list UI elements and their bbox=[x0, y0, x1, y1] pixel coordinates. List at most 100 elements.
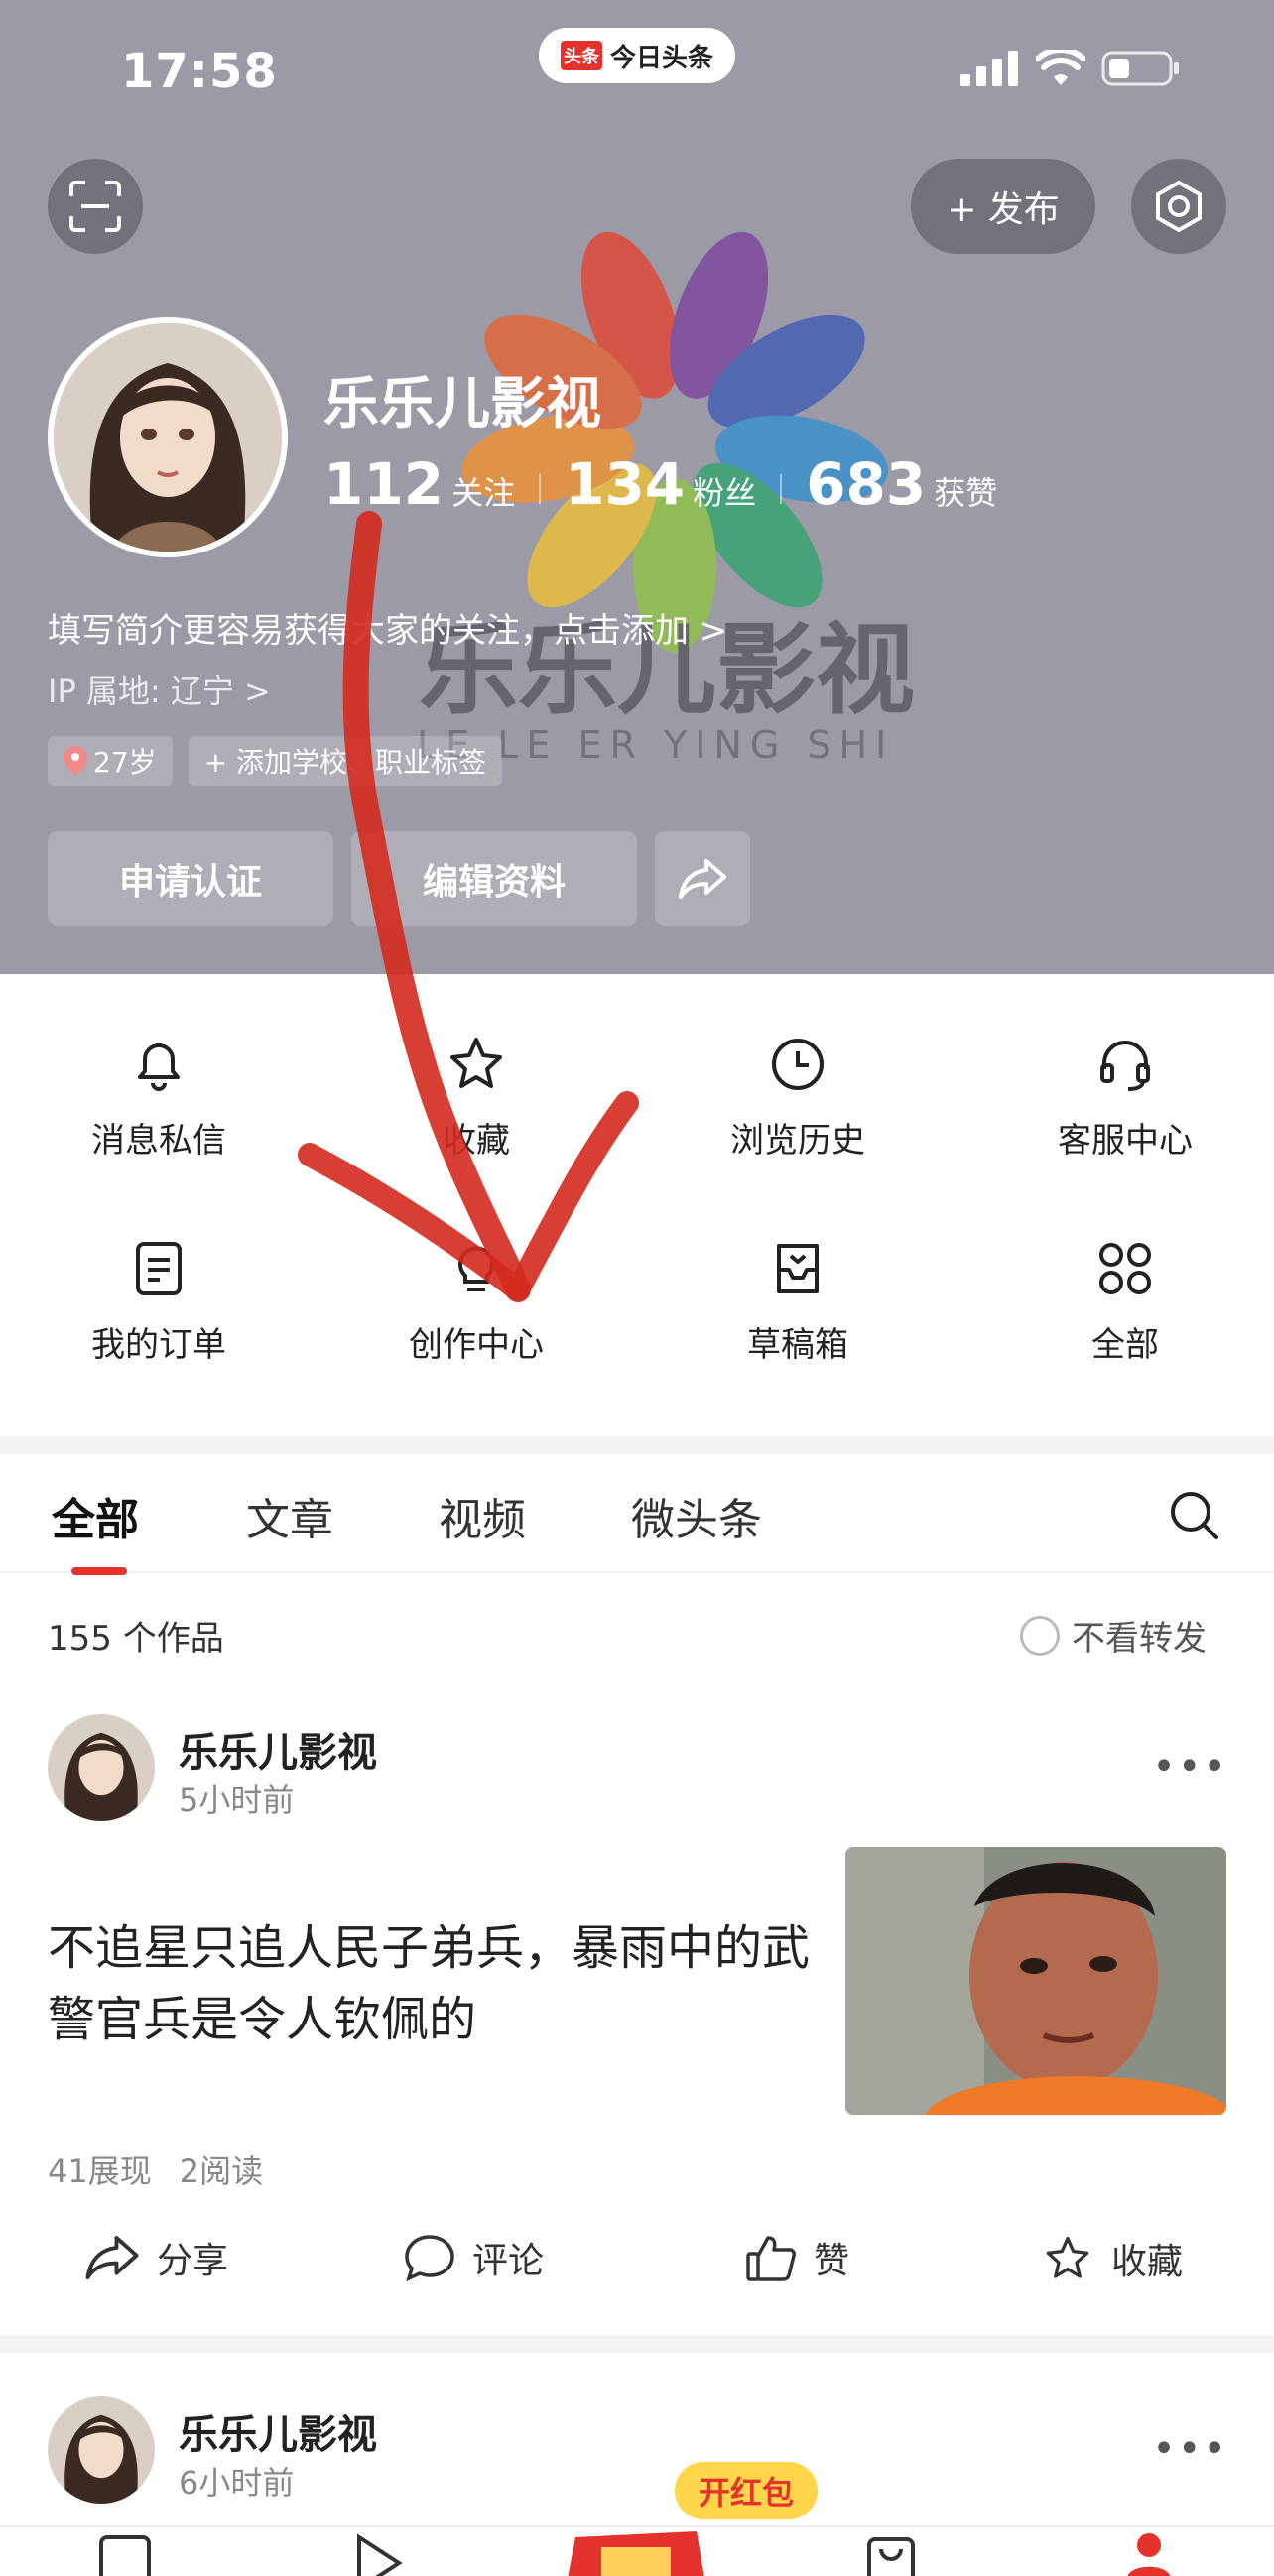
grid-icon bbox=[1099, 1243, 1151, 1294]
status-time: 17:58 bbox=[121, 44, 278, 99]
battery-icon bbox=[1101, 51, 1179, 86]
menu-item-favorites[interactable]: 收藏 bbox=[318, 974, 635, 1163]
tab-all[interactable]: 全部 bbox=[52, 1484, 139, 1547]
comment-button[interactable]: 评论 bbox=[403, 2232, 544, 2283]
scan-icon bbox=[69, 181, 121, 232]
like-label: 赞 bbox=[814, 2241, 850, 2281]
share-label: 分享 bbox=[157, 2241, 229, 2281]
profile-tags: 27岁 + 添加学校、职业标签 bbox=[48, 736, 503, 786]
share-icon bbox=[85, 2235, 139, 2280]
island-app-name: 今日头条 bbox=[609, 43, 713, 73]
followers-label[interactable]: 粉丝 bbox=[693, 468, 756, 514]
comment-bubble-icon bbox=[405, 2235, 454, 2282]
age-tag-label: 27岁 bbox=[93, 746, 157, 779]
more-options-icon[interactable]: ••• bbox=[1152, 1744, 1228, 1789]
tab-micro-posts[interactable]: 微头条 bbox=[631, 1484, 762, 1547]
bulb-icon bbox=[458, 1246, 494, 1291]
quick-menu-grid: 消息私信 收藏 浏览历史 客服中心 我的订单 创作中心 草稿箱 全部 bbox=[0, 974, 1274, 1436]
more-options-icon[interactable]: ••• bbox=[1152, 2426, 1228, 2472]
avatar[interactable] bbox=[48, 2396, 155, 2504]
followers-count[interactable]: 134 bbox=[565, 450, 685, 518]
section-divider bbox=[0, 1436, 1274, 1454]
post-title[interactable]: 不追星只追人民子弟兵，暴雨中的武警官兵是令人钦佩的 bbox=[48, 1912, 822, 2055]
cellular-signal-icon bbox=[960, 51, 1018, 86]
radio-icon bbox=[1020, 1615, 1060, 1656]
following-count[interactable]: 112 bbox=[323, 450, 444, 518]
post-author-name[interactable]: 乐乐儿影视 bbox=[179, 1720, 377, 1778]
apply-verification-button[interactable]: 申请认证 bbox=[48, 831, 333, 926]
following-label[interactable]: 关注 bbox=[451, 468, 515, 514]
tab-articles[interactable]: 文章 bbox=[246, 1484, 333, 1547]
tab-videos[interactable]: 视频 bbox=[439, 1484, 526, 1547]
toutiao-logo-icon: 头条 bbox=[560, 41, 602, 70]
share-button[interactable]: 分享 bbox=[83, 2232, 228, 2283]
menu-item-history[interactable]: 浏览历史 bbox=[639, 974, 956, 1163]
settings-hexagon-icon bbox=[1156, 180, 1202, 233]
menu-item-all[interactable]: 全部 bbox=[966, 1178, 1274, 1367]
shopping-bag-icon[interactable] bbox=[861, 2533, 921, 2576]
post-time: 5小时前 bbox=[179, 1781, 295, 1819]
post-action-bar: 分享 评论 赞 收藏 bbox=[0, 2220, 1274, 2309]
post-thumbnail[interactable] bbox=[845, 1847, 1226, 2115]
favorite-label: 收藏 bbox=[1111, 2242, 1184, 2282]
menu-item-orders[interactable]: 我的订单 bbox=[0, 1178, 318, 1367]
edit-label: 编辑资料 bbox=[422, 862, 566, 903]
content-tabs: 全部 文章 视频 微头条 bbox=[0, 1454, 1274, 1573]
profile-stats: 112 关注 134 粉丝 683 获赞 bbox=[323, 450, 997, 518]
menu-item-drafts[interactable]: 草稿箱 bbox=[639, 1178, 956, 1367]
add-tag-label: + 添加学校、职业标签 bbox=[203, 746, 487, 779]
avatar-portrait-image bbox=[54, 323, 282, 552]
like-button[interactable]: 赞 bbox=[744, 2232, 849, 2283]
comment-label: 评论 bbox=[472, 2241, 545, 2281]
profile-header: 乐乐儿影视 LE LE ER YING SHI 17:58 头条 今日头条 + … bbox=[0, 0, 1274, 974]
stat-divider bbox=[780, 474, 783, 504]
works-count: 155 个作品 bbox=[48, 1619, 224, 1658]
inbox-icon bbox=[777, 1244, 819, 1293]
publish-label: + 发布 bbox=[947, 189, 1060, 230]
red-packet-icon[interactable] bbox=[562, 2527, 710, 2576]
avatar[interactable] bbox=[48, 1714, 155, 1821]
section-divider bbox=[0, 2335, 1274, 2353]
publish-button[interactable]: + 发布 bbox=[911, 159, 1095, 254]
post-time: 6小时前 bbox=[179, 2464, 295, 2502]
avatar-portrait-image bbox=[48, 2396, 155, 2504]
status-icons bbox=[960, 50, 1181, 87]
profile-screen: { "status_bar": { "time": "17:58", "isla… bbox=[0, 0, 1274, 2576]
favorite-button[interactable]: 收藏 bbox=[1040, 2232, 1183, 2285]
likes-count[interactable]: 683 bbox=[806, 450, 926, 518]
menu-label: 消息私信 bbox=[91, 1121, 226, 1161]
share-arrow-icon bbox=[679, 859, 726, 899]
dynamic-island-app-badge[interactable]: 头条 今日头条 bbox=[539, 28, 735, 83]
menu-item-customer-service[interactable]: 客服中心 bbox=[966, 974, 1274, 1163]
headset-icon bbox=[1100, 1041, 1150, 1091]
stat-divider bbox=[539, 474, 542, 504]
star-icon bbox=[450, 1038, 502, 1088]
home-icon[interactable] bbox=[95, 2533, 155, 2576]
menu-item-creator-center[interactable]: 创作中心 bbox=[318, 1178, 635, 1367]
profile-avatar[interactable] bbox=[48, 317, 288, 557]
menu-item-messages[interactable]: 消息私信 bbox=[0, 974, 318, 1163]
menu-label: 草稿箱 bbox=[747, 1325, 848, 1365]
settings-button[interactable] bbox=[1131, 159, 1226, 254]
ip-location[interactable]: IP 属地: 辽宁 > bbox=[48, 667, 271, 712]
active-tab-indicator bbox=[71, 1567, 127, 1575]
add-school-job-tag[interactable]: + 添加学校、职业标签 bbox=[188, 736, 503, 786]
search-icon[interactable] bbox=[1167, 1488, 1222, 1543]
hide-reposts-toggle[interactable]: 不看转发 bbox=[1020, 1611, 1207, 1659]
scan-button[interactable] bbox=[48, 159, 143, 254]
edit-profile-button[interactable]: 编辑资料 bbox=[351, 831, 637, 926]
video-play-icon[interactable] bbox=[349, 2533, 409, 2576]
bell-icon bbox=[138, 1043, 180, 1091]
profile-icon[interactable] bbox=[1125, 2527, 1173, 2576]
share-profile-button[interactable] bbox=[655, 831, 750, 926]
thumbs-up-icon bbox=[746, 2236, 796, 2281]
avatar-portrait-image bbox=[48, 1714, 155, 1821]
open-red-packet-badge[interactable]: 开红包 bbox=[675, 2462, 818, 2519]
age-tag[interactable]: 27岁 bbox=[48, 736, 173, 786]
post-author-name[interactable]: 乐乐儿影视 bbox=[179, 2402, 377, 2460]
likes-label[interactable]: 获赞 bbox=[934, 468, 997, 514]
wifi-icon bbox=[1036, 50, 1085, 85]
verify-label: 申请认证 bbox=[118, 862, 262, 903]
bio-prompt-link[interactable]: 填写简介更容易获得大家的关注，点击添加 > bbox=[48, 603, 727, 652]
menu-label: 我的订单 bbox=[91, 1325, 226, 1365]
